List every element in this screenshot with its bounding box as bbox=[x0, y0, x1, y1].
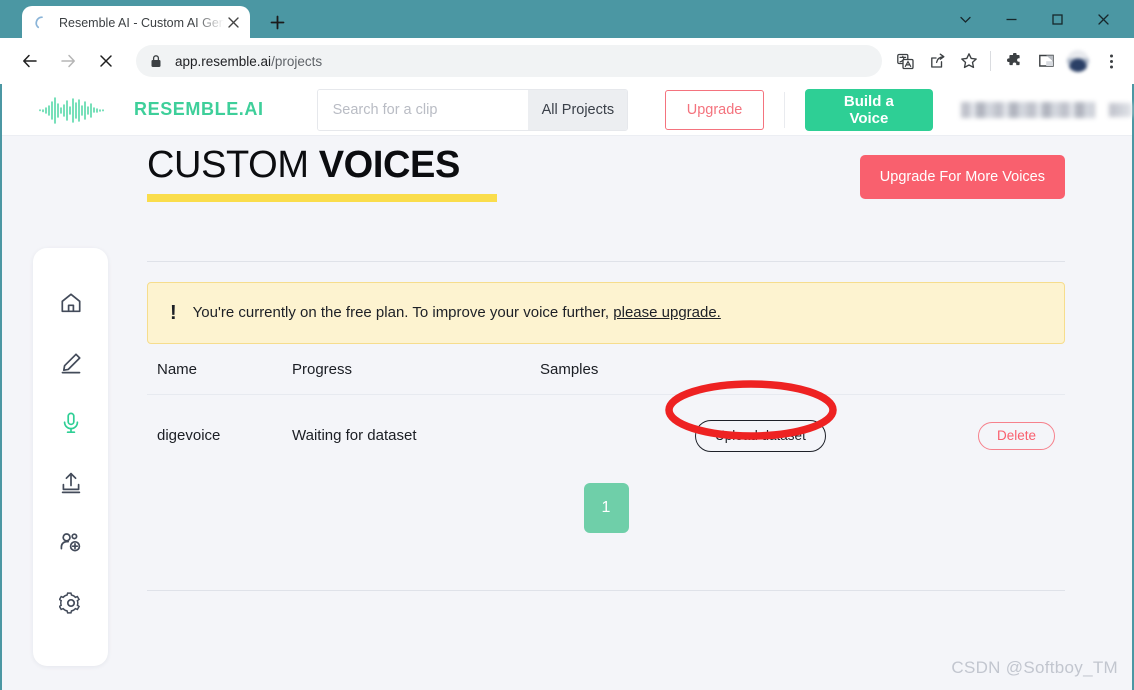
content-divider-bottom bbox=[147, 589, 1065, 591]
upgrade-button[interactable]: Upgrade bbox=[664, 89, 765, 130]
page-viewport: RESEMBLE.AI All Projects Upgrade Build a… bbox=[0, 84, 1134, 690]
microphone-icon bbox=[59, 411, 83, 440]
close-icon[interactable] bbox=[224, 14, 242, 32]
warning-exclamation-icon: ! bbox=[170, 301, 177, 324]
browser-toolbar: app.resemble.ai/projects bbox=[0, 38, 1134, 84]
cell-samples bbox=[540, 394, 695, 477]
column-header-name: Name bbox=[157, 360, 198, 378]
main-content: CUSTOM VOICES Upgrade For More Voices ! … bbox=[147, 144, 1065, 591]
sidebar-item-home[interactable] bbox=[51, 292, 91, 318]
voices-table: Name Progress Samples digevoice Waiting … bbox=[147, 361, 1065, 477]
pagination: 1 bbox=[147, 482, 1065, 533]
page-title-light: CUSTOM bbox=[147, 144, 319, 186]
watermark: CSDN @Softboy_TM bbox=[951, 658, 1118, 677]
search-scope-selector[interactable]: All Projects bbox=[527, 89, 627, 130]
column-header-samples: Samples bbox=[540, 360, 599, 378]
upload-dataset-button[interactable]: Upload dataset bbox=[695, 419, 826, 452]
page-title-bold: VOICES bbox=[318, 144, 461, 186]
alert-text: You're currently on the free plan. To im… bbox=[193, 304, 721, 321]
sidebar-item-upload[interactable] bbox=[51, 472, 91, 498]
browser-titlebar: Resemble AI - Custom AI Gene bbox=[0, 0, 1134, 39]
please-upgrade-link[interactable]: please upgrade. bbox=[613, 304, 721, 321]
share-icon[interactable] bbox=[922, 46, 952, 76]
account-extra-redacted[interactable] bbox=[1108, 102, 1132, 117]
column-header-progress: Progress bbox=[292, 360, 353, 378]
sidebar bbox=[33, 248, 108, 666]
upgrade-for-more-voices-button[interactable]: Upgrade For More Voices bbox=[859, 155, 1065, 199]
sidebar-item-voices[interactable] bbox=[51, 412, 91, 438]
browser-window: Resemble AI - Custom AI Gene app.resembl… bbox=[0, 0, 1134, 690]
add-user-icon bbox=[59, 531, 83, 560]
omnibox-url: app.resemble.ai/projects bbox=[175, 54, 322, 69]
column-header-delete bbox=[935, 361, 1065, 395]
column-header-action bbox=[695, 361, 935, 395]
sidebar-item-team[interactable] bbox=[51, 532, 91, 558]
omnibox-host: app.resemble.ai bbox=[175, 53, 272, 69]
alert-message: You're currently on the free plan. To im… bbox=[192, 304, 614, 322]
header-divider bbox=[784, 91, 786, 128]
title-underline bbox=[147, 193, 497, 202]
content-divider-top bbox=[147, 260, 1065, 262]
more-vertical-icon[interactable] bbox=[1096, 46, 1126, 76]
window-controls bbox=[942, 0, 1126, 38]
loading-spinner-icon bbox=[34, 15, 50, 31]
gear-icon bbox=[58, 591, 83, 620]
sidebar-item-edit[interactable] bbox=[51, 352, 91, 378]
new-tab-button[interactable] bbox=[262, 7, 292, 37]
sidebar-item-settings[interactable] bbox=[51, 591, 91, 620]
app-header: RESEMBLE.AI All Projects Upgrade Build a… bbox=[2, 84, 1132, 136]
resemble-logo[interactable]: RESEMBLE.AI bbox=[38, 95, 264, 125]
cell-delete-action: Delete bbox=[935, 394, 1065, 477]
back-button-icon[interactable] bbox=[14, 45, 46, 77]
lock-icon bbox=[150, 54, 164, 68]
table-body: digevoice Waiting for dataset Upload dat… bbox=[147, 379, 1065, 477]
build-a-voice-button[interactable]: Build a Voice bbox=[805, 88, 933, 131]
delete-button[interactable]: Delete bbox=[977, 421, 1055, 450]
translate-icon[interactable] bbox=[890, 46, 920, 76]
table-header: Name Progress Samples bbox=[147, 361, 1065, 395]
bookmark-star-icon[interactable] bbox=[954, 46, 984, 76]
extensions-puzzle-icon[interactable] bbox=[999, 46, 1029, 76]
browser-tab[interactable]: Resemble AI - Custom AI Gene bbox=[22, 6, 250, 39]
cell-upload-action: Upload dataset bbox=[665, 379, 935, 477]
omnibox-path: /projects bbox=[271, 53, 323, 69]
page-number-1[interactable]: 1 bbox=[583, 482, 629, 533]
waveform-icon bbox=[39, 96, 104, 124]
search-input[interactable] bbox=[317, 89, 528, 130]
search-group: All Projects bbox=[316, 88, 628, 131]
free-plan-alert: ! You're currently on the free plan. To … bbox=[147, 281, 1065, 344]
logo-text: RESEMBLE.AI bbox=[134, 99, 264, 119]
address-bar[interactable]: app.resemble.ai/projects bbox=[136, 45, 882, 77]
stop-loading-icon[interactable] bbox=[90, 45, 122, 77]
minimize-icon[interactable] bbox=[988, 0, 1034, 38]
table-row: digevoice Waiting for dataset Upload dat… bbox=[147, 379, 1065, 477]
tab-search-chevron-down-icon[interactable] bbox=[942, 0, 988, 38]
pencil-icon bbox=[59, 351, 83, 380]
toolbar-divider bbox=[990, 51, 991, 71]
close-window-icon[interactable] bbox=[1080, 0, 1126, 38]
upload-icon bbox=[59, 471, 83, 500]
cell-voice-name: digevoice bbox=[157, 427, 221, 445]
viewport-left-edge bbox=[0, 84, 2, 690]
forward-button-icon[interactable] bbox=[52, 45, 84, 77]
home-icon bbox=[59, 291, 83, 320]
tab-title: Resemble AI - Custom AI Gene bbox=[59, 15, 224, 30]
maximize-icon[interactable] bbox=[1034, 0, 1080, 38]
account-name-redacted[interactable] bbox=[960, 101, 1095, 118]
cast-device-icon[interactable] bbox=[1031, 46, 1061, 76]
tab-strip: Resemble AI - Custom AI Gene bbox=[22, 6, 292, 39]
cell-progress: Waiting for dataset bbox=[292, 427, 417, 445]
profile-avatar[interactable] bbox=[1067, 50, 1089, 72]
